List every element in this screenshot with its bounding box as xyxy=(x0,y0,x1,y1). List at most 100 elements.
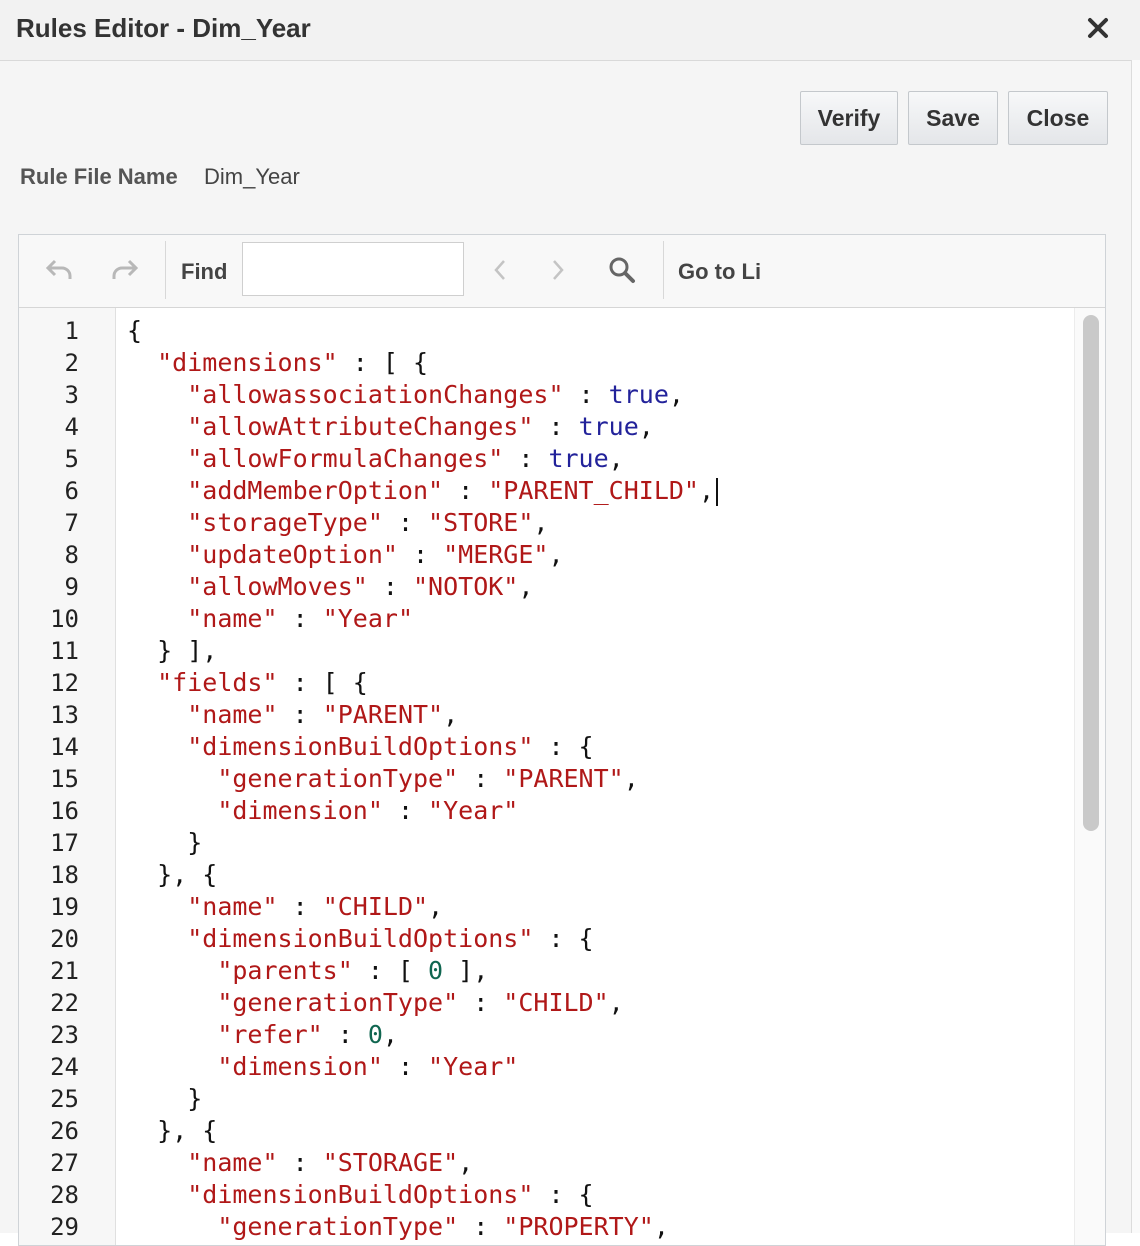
code-token: : { xyxy=(533,924,594,953)
code-token: "STORE" xyxy=(428,508,534,537)
redo-icon[interactable] xyxy=(107,253,141,287)
undo-icon[interactable] xyxy=(43,253,77,287)
code-token: : xyxy=(503,444,549,473)
code-token: "Year" xyxy=(428,796,519,825)
code-token: : xyxy=(397,540,444,569)
line-number: 18 xyxy=(50,861,79,889)
code-token: : xyxy=(563,380,609,409)
code-token: 0 xyxy=(367,1020,383,1049)
code-token: "generationType" xyxy=(217,764,459,793)
code-token: , xyxy=(548,540,564,569)
line-number: 1 xyxy=(64,317,79,345)
chevron-left-icon[interactable] xyxy=(483,253,517,287)
line-number: 8 xyxy=(64,541,79,569)
code-token: , xyxy=(608,988,624,1017)
line-number: 11 xyxy=(50,637,79,665)
code-token: } xyxy=(127,1084,203,1113)
code-token: }, { xyxy=(127,1116,218,1145)
code-token: } xyxy=(127,828,203,857)
line-number: 4 xyxy=(64,413,79,441)
code-token: , xyxy=(623,764,639,793)
close-icon[interactable] xyxy=(1084,14,1112,42)
line-number: 2 xyxy=(64,349,79,377)
code-token: "allowFormulaChanges" xyxy=(187,444,504,473)
code-line: "generationType" : "PARENT", xyxy=(127,763,639,795)
code-token: "dimensionBuildOptions" xyxy=(187,732,534,761)
line-number: 24 xyxy=(50,1053,79,1081)
code-token: "addMemberOption" xyxy=(187,476,444,505)
code-editor: Find Go to Li 1 2 3 4 5 6 7 8 9 10 11 12 13 14 15 16 17 1… xyxy=(18,234,1106,1246)
code-token: true xyxy=(548,444,609,473)
code-token: "dimension" xyxy=(217,1052,383,1081)
code-token: "generationType" xyxy=(217,988,459,1017)
code-token: 0 xyxy=(428,956,444,985)
line-number: 19 xyxy=(50,893,79,921)
code-token: : xyxy=(277,604,323,633)
code-token: "PARENT" xyxy=(503,764,624,793)
toolbar-divider xyxy=(165,241,166,299)
code-line: "allowAttributeChanges" : true, xyxy=(127,411,654,443)
code-token: true xyxy=(578,412,639,441)
chevron-right-icon[interactable] xyxy=(541,253,575,287)
verify-button[interactable]: Verify xyxy=(800,91,898,145)
code-token: "Year" xyxy=(428,1052,519,1081)
code-line: "dimensionBuildOptions" : { xyxy=(127,731,593,763)
code-line: "allowFormulaChanges" : true, xyxy=(127,443,624,475)
close-button[interactable]: Close xyxy=(1008,91,1108,145)
code-token: : [ xyxy=(352,956,429,985)
code-content[interactable]: { "dimensions" : [ { "allowassociationCh… xyxy=(127,315,1075,1245)
code-token: , xyxy=(533,508,549,537)
code-line: "addMemberOption" : "PARENT_CHILD", xyxy=(127,475,719,507)
code-token: "Year" xyxy=(322,604,413,633)
code-line: "dimensionBuildOptions" : { xyxy=(127,1179,594,1211)
code-line: } ], xyxy=(127,635,217,667)
code-token: , xyxy=(653,1212,669,1241)
search-icon[interactable] xyxy=(605,253,639,287)
code-token: , xyxy=(443,700,459,729)
code-line: "name" : "PARENT", xyxy=(127,699,458,731)
toolbar-divider xyxy=(663,241,664,299)
code-line: "allowMoves" : "NOTOK", xyxy=(127,571,533,603)
code-token: "allowassociationChanges" xyxy=(187,380,564,409)
code-token: true xyxy=(608,380,669,409)
dialog-edge xyxy=(1131,60,1140,1233)
code-token: : xyxy=(458,1212,504,1241)
find-input[interactable] xyxy=(242,242,464,296)
code-token: : xyxy=(367,572,413,601)
code-token: "PROPERTY" xyxy=(503,1212,654,1241)
line-number: 3 xyxy=(64,381,79,409)
code-token: "generationType" xyxy=(217,1212,459,1241)
code-line: "dimension" : "Year" xyxy=(127,795,518,827)
code-token: : xyxy=(443,476,489,505)
code-token: : { xyxy=(533,1180,594,1209)
code-line: } xyxy=(127,827,202,859)
dialog-titlebar: Rules Editor - Dim_Year xyxy=(0,0,1140,61)
code-token: , xyxy=(518,572,534,601)
code-token: : xyxy=(458,988,504,1017)
code-line: "updateOption" : "MERGE", xyxy=(127,539,564,571)
code-token: , xyxy=(608,444,624,473)
line-number: 6 xyxy=(64,477,79,505)
line-number: 28 xyxy=(50,1181,79,1209)
code-token: "name" xyxy=(187,892,278,921)
go-to-line-label[interactable]: Go to Li xyxy=(678,259,772,285)
save-button[interactable]: Save xyxy=(908,91,998,145)
code-token: } ], xyxy=(127,636,218,665)
scrollbar-thumb[interactable] xyxy=(1083,315,1099,831)
